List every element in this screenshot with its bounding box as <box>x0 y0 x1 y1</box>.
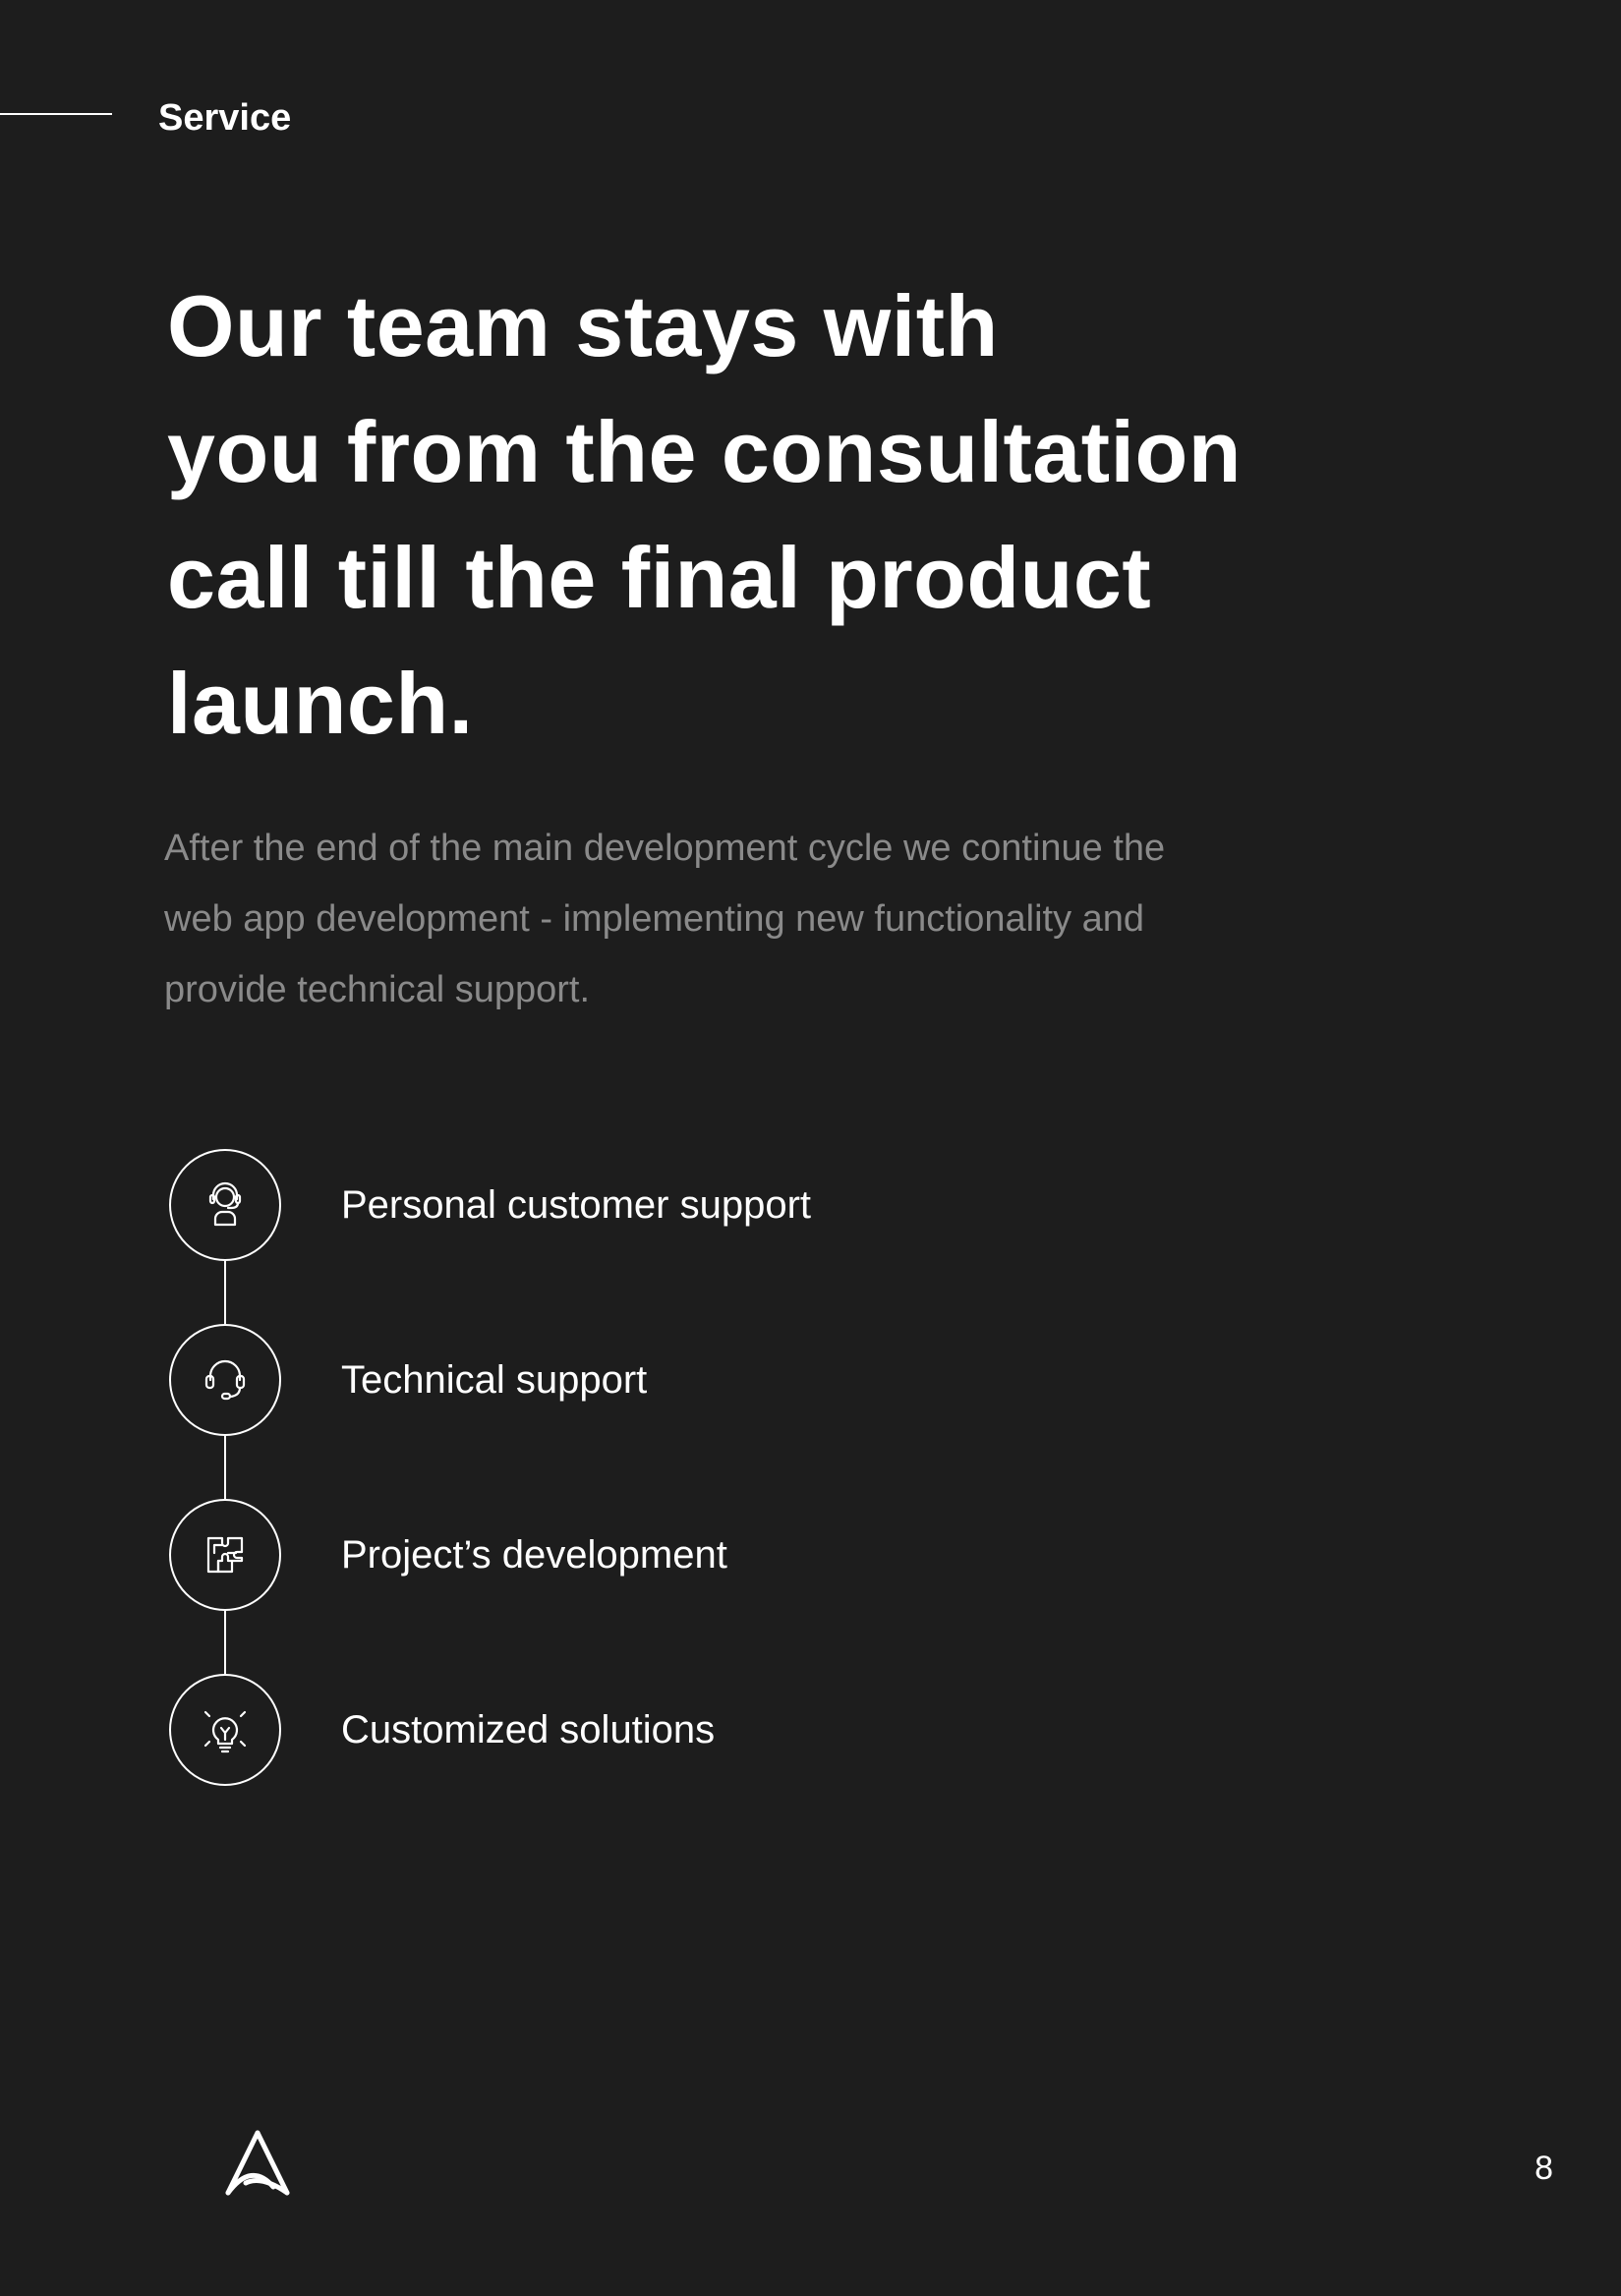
lightbulb-icon <box>169 1674 281 1786</box>
company-logo-icon <box>225 2130 290 2196</box>
feature-connector-line <box>224 1261 226 1324</box>
headline-line: call till the final product <box>167 529 1152 626</box>
feature-label: Customized solutions <box>341 1708 716 1751</box>
feature-connector-line <box>224 1436 226 1499</box>
feature-item-technical-support: Technical support <box>169 1324 1152 1436</box>
description-line: provide technical support. <box>164 969 591 1010</box>
customer-support-agent-icon <box>169 1149 281 1261</box>
feature-item-personal-customer-support: Personal customer support <box>169 1149 1152 1261</box>
headline-line: Our team stays with <box>167 277 999 374</box>
feature-connector-line <box>224 1611 226 1674</box>
feature-list: Personal customer support Technical supp… <box>169 1149 1152 1788</box>
feature-item-customized-solutions: Customized solutions <box>169 1674 1152 1786</box>
description-line: web app development - implementing new f… <box>164 898 1145 940</box>
page-headline: Our team stays with you from the consult… <box>167 263 1445 767</box>
puzzle-icon <box>169 1499 281 1611</box>
header-rule <box>0 113 112 115</box>
description-paragraph: After the end of the main development cy… <box>164 813 1442 1025</box>
headline-line: you from the consultation <box>167 403 1242 500</box>
section-label: Service <box>158 97 292 139</box>
feature-item-projects-development: Project’s development <box>169 1499 1152 1611</box>
description-line: After the end of the main development cy… <box>164 828 1166 869</box>
headset-icon <box>169 1324 281 1436</box>
feature-label: Personal customer support <box>341 1183 812 1227</box>
feature-label: Technical support <box>341 1358 648 1402</box>
feature-label: Project’s development <box>341 1533 727 1577</box>
page-number: 8 <box>1534 2150 1553 2187</box>
headline-line: launch. <box>167 655 474 752</box>
